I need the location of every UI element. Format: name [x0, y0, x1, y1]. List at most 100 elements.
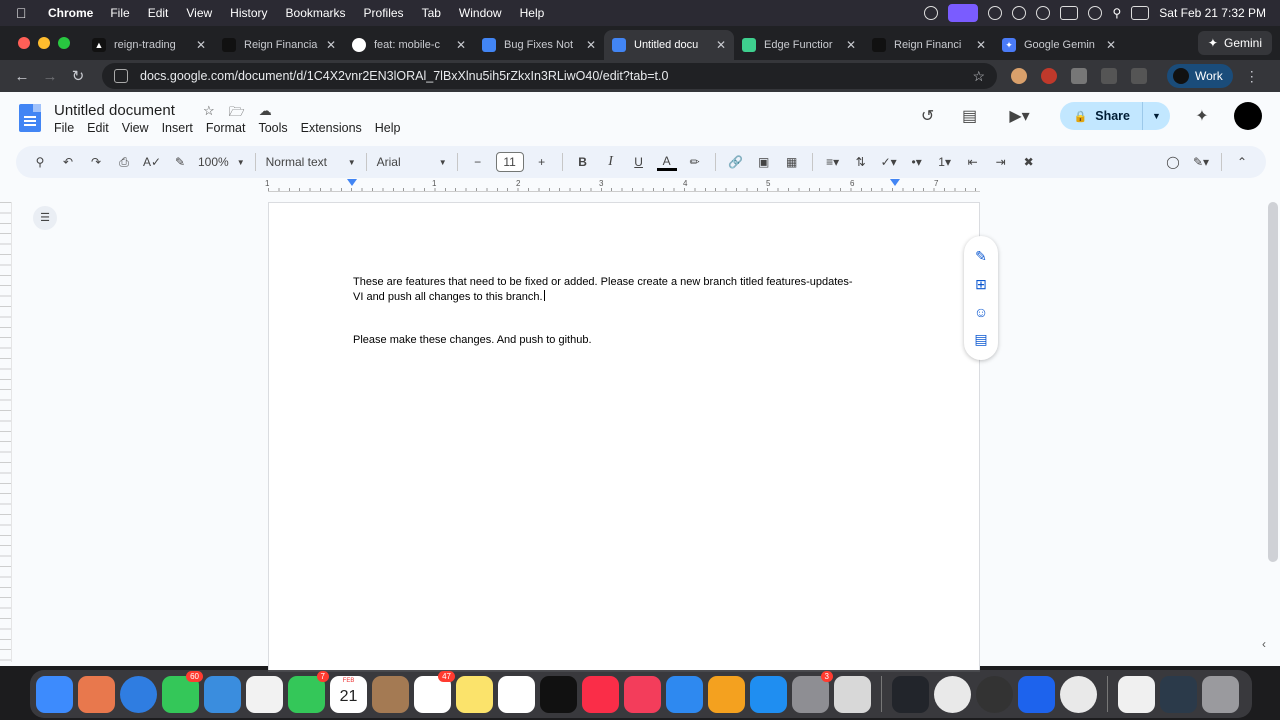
browser-tab-active[interactable]: Untitled docu ✕: [604, 30, 734, 60]
bookmark-star-icon[interactable]: ☆: [972, 68, 985, 85]
spellcheck-icon[interactable]: A✓: [142, 155, 162, 169]
clear-formatting-icon[interactable]: ✖: [1019, 155, 1039, 169]
finder-icon[interactable]: [36, 675, 73, 713]
menu-history[interactable]: History: [230, 6, 267, 20]
docs-menu-view[interactable]: View: [122, 121, 149, 135]
left-indent-marker[interactable]: [347, 179, 357, 186]
extension-icon[interactable]: [1011, 68, 1027, 84]
menu-view[interactable]: View: [186, 6, 212, 20]
docs-menu-extensions[interactable]: Extensions: [301, 121, 362, 135]
menu-window[interactable]: Window: [459, 6, 502, 20]
hide-menus-icon[interactable]: ⌃: [1232, 155, 1252, 169]
chrome-menu-icon[interactable]: ⋮: [1245, 68, 1259, 85]
status-icon[interactable]: [988, 6, 1003, 20]
close-tab-icon[interactable]: ✕: [326, 38, 336, 52]
close-tab-icon[interactable]: ✕: [976, 38, 986, 52]
mail-icon[interactable]: [204, 675, 241, 713]
add-comment-icon[interactable]: ▣: [754, 155, 774, 169]
url-field[interactable]: docs.google.com/document/d/1C4X2vnr2EN3l…: [102, 63, 997, 89]
site-info-icon[interactable]: [114, 69, 128, 83]
undo-icon[interactable]: ↶: [58, 155, 78, 169]
gemini-edit-icon[interactable]: ✎: [975, 248, 987, 265]
maximize-window-button[interactable]: [58, 37, 70, 49]
browser-tab[interactable]: Reign Financi ✕: [864, 30, 994, 60]
chatgpt-icon[interactable]: [976, 675, 1013, 713]
browser-tab[interactable]: feat: mobile-c ✕: [344, 30, 474, 60]
zoom-select[interactable]: 100% ▼: [198, 155, 245, 169]
browser-tab[interactable]: ✦ Google Gemin ✕: [994, 30, 1124, 60]
apple-tv-icon[interactable]: [540, 675, 577, 713]
trash-icon[interactable]: [1202, 675, 1239, 713]
right-indent-marker[interactable]: [890, 179, 900, 186]
menu-profiles[interactable]: Profiles: [364, 6, 404, 20]
menu-help[interactable]: Help: [520, 6, 545, 20]
bold-icon[interactable]: B: [573, 155, 593, 169]
extensions-puzzle-icon[interactable]: [1071, 68, 1087, 84]
bulleted-list-icon[interactable]: •▾: [907, 155, 927, 169]
close-tab-icon[interactable]: ✕: [1106, 38, 1116, 52]
music-icon[interactable]: [582, 675, 619, 713]
docs-menu-format[interactable]: Format: [206, 121, 246, 135]
photos-icon[interactable]: [246, 675, 283, 713]
decrease-font-size-icon[interactable]: −: [468, 155, 488, 169]
redo-icon[interactable]: ↷: [86, 155, 106, 169]
emoji-reaction-icon[interactable]: ☺: [974, 304, 988, 320]
menu-datetime[interactable]: Sat Feb 21 7:32 PM: [1159, 6, 1266, 20]
browser-tab[interactable]: ▲ reign-trading ✕: [84, 30, 214, 60]
gemini-sparkle-icon[interactable]: ✦: [1192, 106, 1212, 126]
version-history-icon[interactable]: ↺: [918, 106, 938, 126]
notes-icon[interactable]: [456, 675, 493, 713]
checklist-icon[interactable]: ✓▾: [879, 155, 899, 169]
cast-icon[interactable]: [1101, 68, 1117, 84]
document-icon[interactable]: [1118, 675, 1155, 713]
text-color-icon[interactable]: A: [656, 154, 677, 171]
close-tab-icon[interactable]: ✕: [846, 38, 856, 52]
control-center-icon[interactable]: [1131, 6, 1150, 20]
close-tab-icon[interactable]: ✕: [586, 38, 596, 52]
meet-icon[interactable]: ▶▾: [1002, 106, 1038, 126]
status-icon[interactable]: [1012, 6, 1027, 20]
add-comment-icon[interactable]: ⊞: [975, 276, 987, 293]
share-dropdown-icon[interactable]: ▼: [1142, 102, 1170, 130]
side-panel-toggle-icon[interactable]: ‹: [1262, 637, 1266, 651]
status-icon[interactable]: [924, 6, 939, 20]
font-select[interactable]: Arial ▼: [377, 155, 447, 169]
close-tab-icon[interactable]: ✕: [196, 38, 206, 52]
close-tab-icon[interactable]: ✕: [456, 38, 466, 52]
reload-icon[interactable]: ↻: [64, 67, 92, 85]
paint-format-icon[interactable]: ✎: [170, 155, 190, 169]
increase-font-size-icon[interactable]: +: [532, 155, 552, 169]
minimize-window-button[interactable]: [38, 37, 50, 49]
document-title[interactable]: Untitled document: [54, 102, 175, 119]
apple-icon[interactable]: : [16, 5, 36, 21]
share-button[interactable]: 🔒 Share ▼: [1059, 102, 1170, 130]
app-store-icon[interactable]: [750, 675, 787, 713]
line-spacing-icon[interactable]: ⇅: [851, 155, 871, 169]
document-paragraph[interactable]: These are features that need to be fixed…: [353, 275, 853, 304]
contacts-icon[interactable]: [372, 675, 409, 713]
battery-icon[interactable]: [1060, 6, 1079, 20]
vertical-scrollbar[interactable]: [1268, 202, 1278, 562]
launchpad-icon[interactable]: [78, 675, 115, 713]
menu-bookmarks[interactable]: Bookmarks: [286, 6, 346, 20]
iphone-mirroring-icon[interactable]: [834, 675, 871, 713]
reminders-icon[interactable]: 47: [414, 670, 455, 713]
style-select[interactable]: Normal text ▼: [266, 155, 356, 169]
menu-file[interactable]: File: [110, 6, 129, 20]
cursor-app-icon[interactable]: [892, 675, 929, 713]
browser-tab[interactable]: Reign Financia ✕: [214, 30, 344, 60]
docs-menu-file[interactable]: File: [54, 121, 74, 135]
suggest-edits-icon[interactable]: ▤: [974, 331, 987, 348]
freeform-icon[interactable]: [498, 675, 535, 713]
screenshot-folder-icon[interactable]: [1160, 675, 1197, 713]
messages-icon[interactable]: 60: [162, 670, 203, 713]
keynote-icon[interactable]: [666, 675, 703, 713]
safari-icon[interactable]: [120, 675, 157, 713]
print-icon[interactable]: ⎙: [114, 155, 134, 170]
facetime-icon[interactable]: 7: [288, 670, 329, 713]
menu-edit[interactable]: Edit: [148, 6, 169, 20]
spotlight-search-icon[interactable]: ⚲: [1112, 6, 1121, 20]
menu-app-name[interactable]: Chrome: [48, 6, 93, 20]
horizontal-ruler[interactable]: 1 1 2 3 4 5 6 7: [265, 179, 980, 193]
profile-button[interactable]: Work: [1167, 64, 1233, 88]
